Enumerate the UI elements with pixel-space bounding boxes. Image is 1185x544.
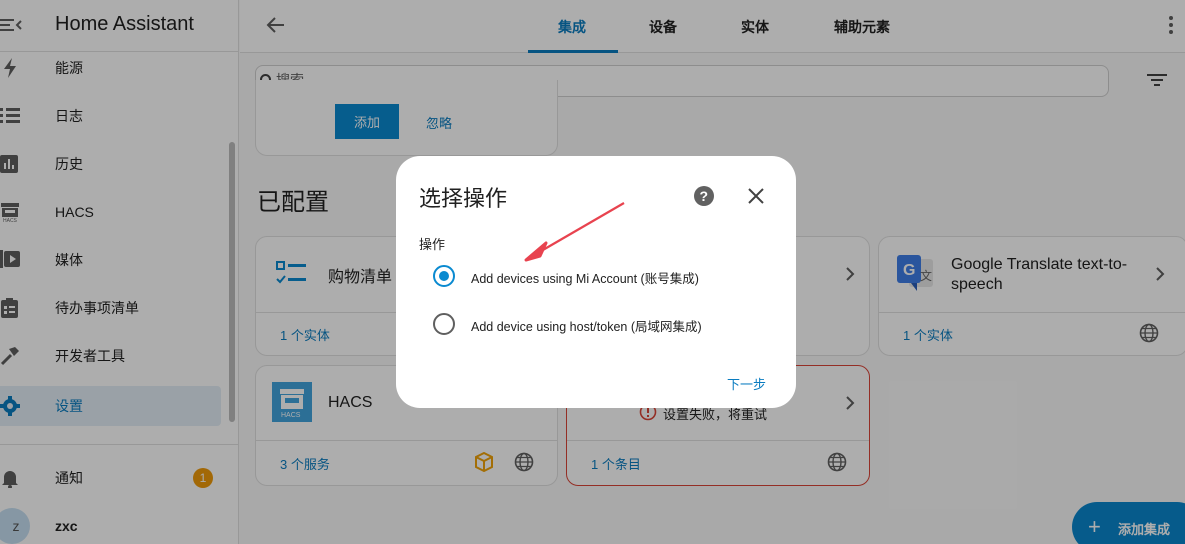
radio-label-host-token[interactable]: Add device using host/token (局域网集成) (471, 316, 702, 335)
dialog-title: 选择操作 (419, 186, 508, 211)
next-button[interactable]: 下一步 (727, 374, 766, 393)
action-field-label: 操作 (419, 237, 446, 252)
close-icon[interactable] (747, 187, 765, 205)
radio-mi-account[interactable] (433, 265, 455, 287)
help-icon[interactable]: ? (693, 185, 715, 207)
svg-text:?: ? (700, 188, 709, 204)
select-action-dialog: 选择操作 ? 操作 Add devices using Mi Account (… (396, 156, 796, 408)
radio-host-token[interactable] (433, 313, 455, 335)
radio-label-mi-account[interactable]: Add devices using Mi Account (账号集成) (471, 268, 699, 287)
